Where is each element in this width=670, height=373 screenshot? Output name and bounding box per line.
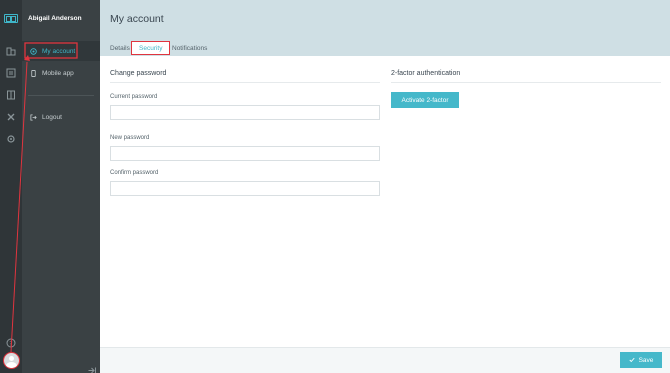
list-icon[interactable] [6,68,16,78]
current-password-input[interactable] [110,105,380,120]
collapse-sidebar-icon[interactable] [88,361,96,373]
tab-security[interactable]: Security [131,41,171,55]
sidebar-item-my-account[interactable]: My account [22,41,100,61]
sidebar-item-label: Logout [42,113,62,121]
page-title: My account [110,13,164,25]
page-header: My account Details Security Notification… [100,0,670,56]
section-divider [110,82,380,83]
new-password-input[interactable] [110,146,380,161]
save-button[interactable]: Save [620,352,662,368]
tab-details[interactable]: Details [110,41,130,55]
mobile-icon [30,69,37,77]
building-icon[interactable] [6,46,16,56]
sidebar-item-mobile-app[interactable]: Mobile app [22,63,100,83]
gear-icon[interactable] [6,134,16,144]
svg-text:?: ? [9,340,12,347]
book-icon[interactable] [6,90,16,100]
app-logo-icon[interactable] [4,14,18,23]
sidebar-item-logout[interactable]: Logout [22,107,100,127]
user-avatar[interactable] [3,352,20,369]
two-factor-title: 2-factor authentication [391,70,461,77]
logout-icon [30,113,37,121]
activate-two-factor-button[interactable]: Activate 2-factor [391,92,459,108]
confirm-password-input[interactable] [110,181,380,196]
sidebar-item-label: Mobile app [42,69,74,77]
sidebar-divider [28,95,94,96]
user-name: Abigail Anderson [28,15,82,22]
section-divider [391,82,661,83]
main-content: My account Details Security Notification… [100,0,670,373]
new-password-label: New password [110,135,150,141]
tools-icon[interactable] [6,112,16,122]
current-password-label: Current password [110,94,158,100]
gear-circle-icon [30,47,37,55]
tab-notifications[interactable]: Notifications [172,41,207,55]
save-button-label: Save [638,356,654,364]
page-footer [100,347,670,373]
sidebar-item-label: My account [42,47,76,55]
help-icon[interactable]: ? [6,335,16,348]
icon-rail: ? [0,0,22,373]
check-icon [629,357,635,363]
confirm-password-label: Confirm password [110,170,159,176]
sidebar: Abigail Anderson My account Mobile app L… [22,0,100,373]
change-password-title: Change password [110,70,167,77]
